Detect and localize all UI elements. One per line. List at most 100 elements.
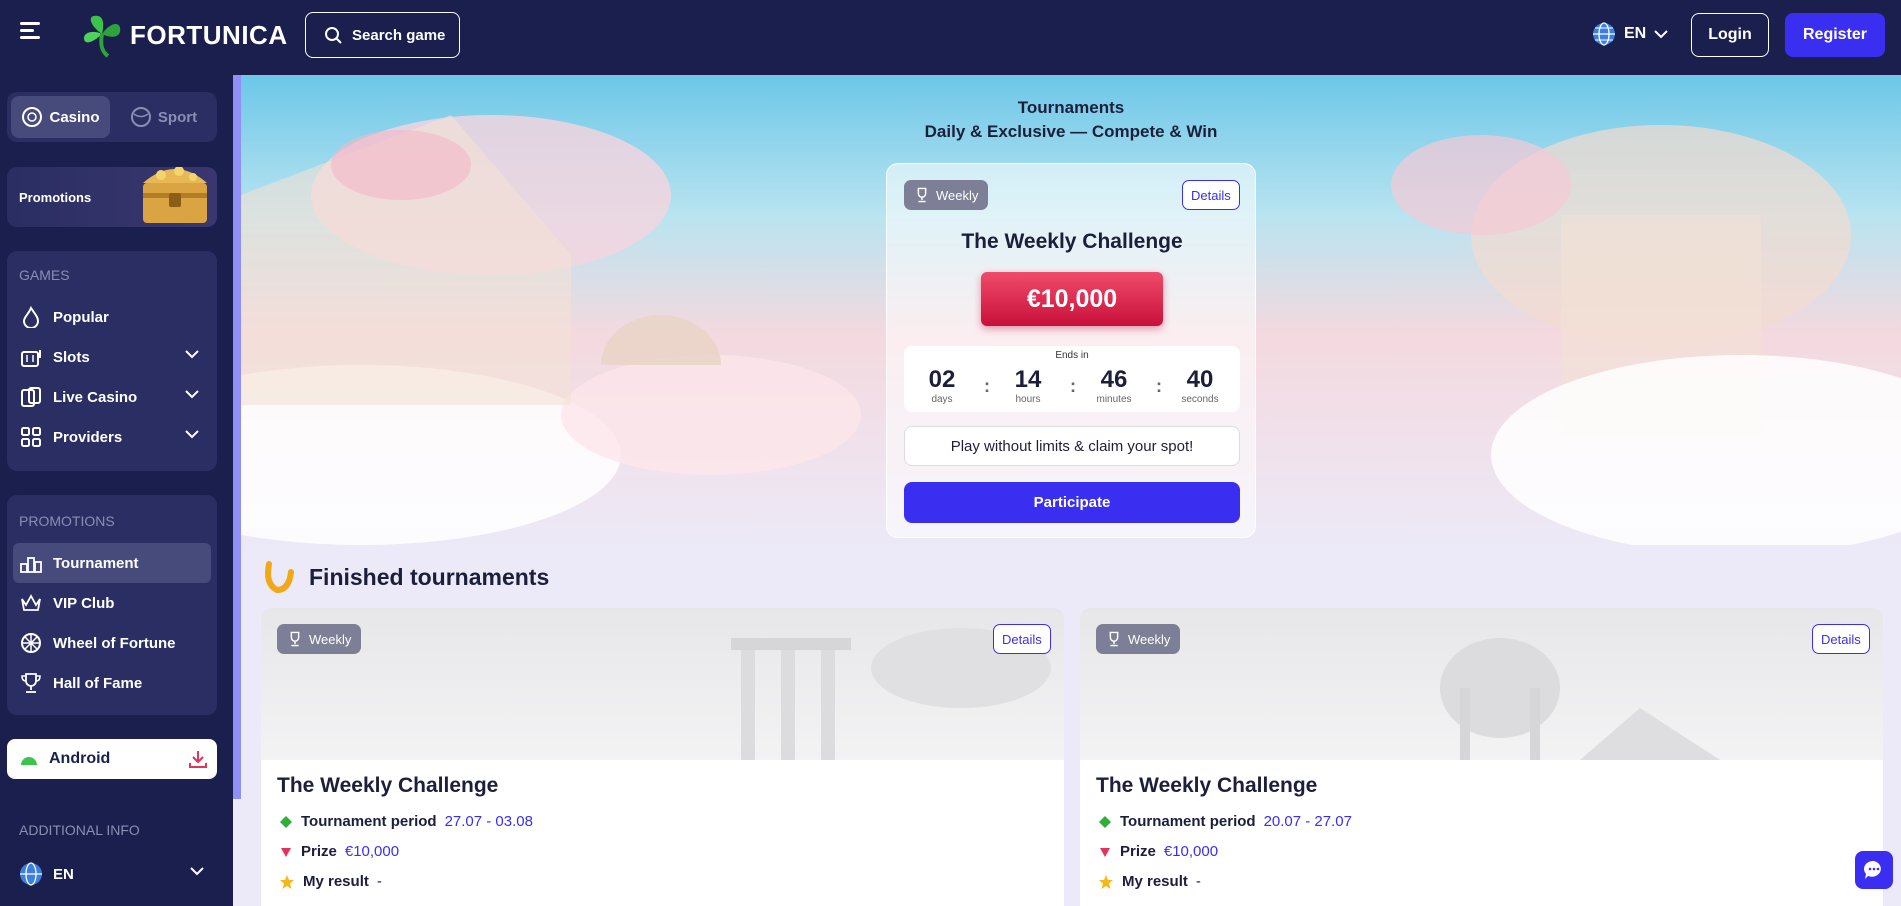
sidebar-item-wheel-of-fortune[interactable]: Wheel of Fortune [13,623,211,663]
result-value: - [1195,873,1201,890]
tournament-title: The Weekly Challenge [277,774,499,797]
sidebar-item-hall-of-fame[interactable]: Hall of Fame [13,663,211,703]
login-button[interactable]: Login [1691,13,1769,57]
trophy-icon [917,187,927,203]
result-label: My result [303,873,369,890]
category-tabs: Casino Sport [7,92,217,142]
red-gem-icon [281,847,291,857]
promotions-banner-label: Promotions [19,189,92,205]
chevron-down-icon[interactable] [185,429,199,439]
sidebar-language-selector[interactable]: EN [19,862,204,886]
prize-label: Prize [301,843,337,860]
sidebar-item-slots[interactable]: Slots [7,337,217,377]
green-gem-icon [280,815,292,828]
menu-toggle-button[interactable] [20,22,42,44]
details-button[interactable]: Details [1812,624,1870,654]
sidebar-item-vip-club[interactable]: VIP Club [13,583,211,623]
promotions-banner[interactable]: Promotions [7,167,217,227]
language-selector[interactable]: EN [1592,22,1668,46]
additional-info-title: ADDITIONAL INFO [19,822,140,838]
sidebar-item-label: Providers [53,428,123,446]
details-button[interactable]: Details [993,624,1051,654]
android-download-button[interactable]: Android [7,739,217,779]
tab-sport[interactable]: Sport [114,96,213,138]
logo-text: FORTUNICA [130,19,288,50]
timer-value: 40 [1186,366,1214,393]
register-button[interactable]: Register [1785,13,1885,57]
badge-label: Weekly [309,631,352,647]
logo[interactable]: FORTUNICA [80,12,288,58]
chevron-down-icon[interactable] [185,349,199,359]
slot-machine-icon [19,345,43,369]
tournament-period-row: Tournament period 27.07 - 03.08 [279,813,533,830]
prize-value: €10,000 [344,843,400,860]
chevron-down-icon[interactable] [185,389,199,399]
trophy-icon [19,671,43,695]
hero-title: Tournaments [1017,98,1125,117]
horseshoe-icon [265,561,294,594]
hero-subtitle: Daily & Exclusive — Compete & Win [924,122,1218,141]
android-icon [21,757,37,765]
sidebar-item-label: VIP Club [53,594,115,612]
result-value: - [376,873,382,890]
timer-hours: 14 hours [998,366,1058,405]
weekly-badge: Weekly [277,624,362,654]
crown-icon [19,591,43,615]
sidebar-item-tournament[interactable]: Tournament [13,543,211,583]
timer-separator: : [1156,376,1162,396]
sidebar-item-live-casino[interactable]: Live Casino [7,377,217,417]
timer-seconds: 40 seconds [1170,366,1230,405]
prize-label: Prize [1120,843,1156,860]
top-header: FORTUNICA Search game EN Login Register [0,0,1901,75]
sidebar-scrollbar[interactable] [233,75,241,799]
chevron-down-icon [190,867,204,876]
main-content: Tournaments Daily & Exclusive — Compete … [241,75,1901,906]
timer-days: 02 days [912,366,972,405]
prize-amount: €10,000 [981,272,1163,326]
sidebar-item-label: Tournament [53,554,139,572]
star-icon [280,874,294,889]
badge-label: Weekly [1128,631,1171,647]
chat-support-button[interactable] [1855,851,1893,889]
star-icon [1099,874,1113,889]
sidebar-item-label: Slots [53,348,90,366]
tab-sport-label: Sport [157,108,198,126]
finished-tournament-card: Weekly Details The Weekly Challenge Tour… [1080,608,1883,906]
podium-icon [19,551,43,575]
promotions-section: PROMOTIONS Tournament VIP Club Wheel of … [7,495,217,715]
card-background-illustration [1440,638,1720,760]
tab-casino[interactable]: Casino [11,96,110,138]
sidebar-item-popular[interactable]: Popular [7,297,217,337]
weekly-badge: Weekly [1096,624,1181,654]
my-result-row: My result - [1098,873,1201,890]
ends-in-label: Ends in [1055,350,1089,361]
search-label: Search game [352,26,446,44]
badge-label: Weekly [936,187,979,203]
period-label: Tournament period [1120,813,1256,830]
finished-tournament-card: Weekly Details The Weekly Challenge Tour… [261,608,1064,906]
promotions-section-title: PROMOTIONS [19,513,115,529]
chat-icon [1863,860,1881,879]
flame-icon [19,305,43,329]
trophy-icon [290,631,300,647]
timer-minutes: 46 minutes [1084,366,1144,405]
timer-unit: hours [1015,394,1041,405]
prize-row: Prize €10,000 [279,843,399,860]
timer-separator: : [984,376,990,396]
wheel-icon [19,631,43,655]
grid-icon [19,425,43,449]
tournament-title: The Weekly Challenge [961,230,1183,253]
tournament-card-image [1080,608,1883,760]
timer-separator: : [1070,376,1076,396]
prize-value: €10,000 [1163,843,1219,860]
tournament-period-row: Tournament period 20.07 - 27.07 [1098,813,1352,830]
hero-banner: Tournaments Daily & Exclusive — Compete … [241,75,1901,545]
sidebar-item-providers[interactable]: Providers [7,417,217,457]
timer-value: 02 [928,366,956,393]
participate-button[interactable]: Participate [904,482,1240,523]
details-button[interactable]: Details [1182,180,1240,210]
countdown-timer: Ends in 02 days : 14 hours : 46 minutes … [904,346,1240,412]
treasure-chest-icon [143,167,207,223]
search-icon [325,27,342,44]
search-game-button[interactable]: Search game [305,12,460,58]
